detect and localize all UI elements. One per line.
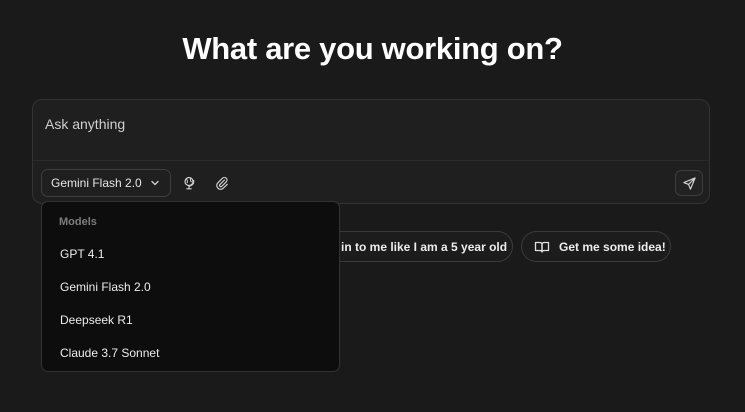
- prompt-composer: Gemini Flash 2.0: [32, 99, 710, 204]
- send-button[interactable]: [675, 170, 703, 196]
- model-option-label: GPT 4.1: [60, 247, 105, 261]
- model-option-claude-3-7-sonnet[interactable]: Claude 3.7 Sonnet: [46, 339, 335, 367]
- model-select-button[interactable]: Gemini Flash 2.0: [41, 169, 171, 197]
- page: What are you working on? Gemini Flash 2.…: [0, 0, 745, 412]
- paperclip-icon: [216, 176, 228, 190]
- prompt-input[interactable]: [45, 116, 645, 132]
- book-open-icon: [534, 241, 550, 253]
- web-search-button[interactable]: [177, 170, 203, 196]
- composer-divider: [33, 160, 709, 161]
- chevron-down-icon: [151, 180, 159, 186]
- page-title: What are you working on?: [182, 31, 563, 66]
- suggestion-chip-idea[interactable]: Get me some idea!: [521, 231, 671, 262]
- model-dropdown-menu: Models GPT 4.1 Gemini Flash 2.0 Deepseek…: [41, 201, 340, 372]
- send-icon: [682, 176, 696, 190]
- suggestion-chip-label: Get me some idea!: [559, 239, 666, 254]
- attach-file-button[interactable]: [209, 170, 235, 196]
- model-option-gpt-4-1[interactable]: GPT 4.1: [46, 240, 335, 268]
- model-option-label: Claude 3.7 Sonnet: [60, 346, 160, 360]
- suggestion-chip-label: in to me like I am a 5 year old: [341, 239, 508, 254]
- model-select-label: Gemini Flash 2.0: [51, 176, 142, 190]
- model-option-gemini-flash-2-0[interactable]: Gemini Flash 2.0: [46, 273, 335, 301]
- dropdown-section-title: Models: [59, 216, 97, 228]
- model-option-label: Deepseek R1: [60, 313, 133, 327]
- model-option-deepseek-r1[interactable]: Deepseek R1: [46, 306, 335, 334]
- model-option-label: Gemini Flash 2.0: [60, 280, 151, 294]
- globe-icon: [184, 176, 195, 190]
